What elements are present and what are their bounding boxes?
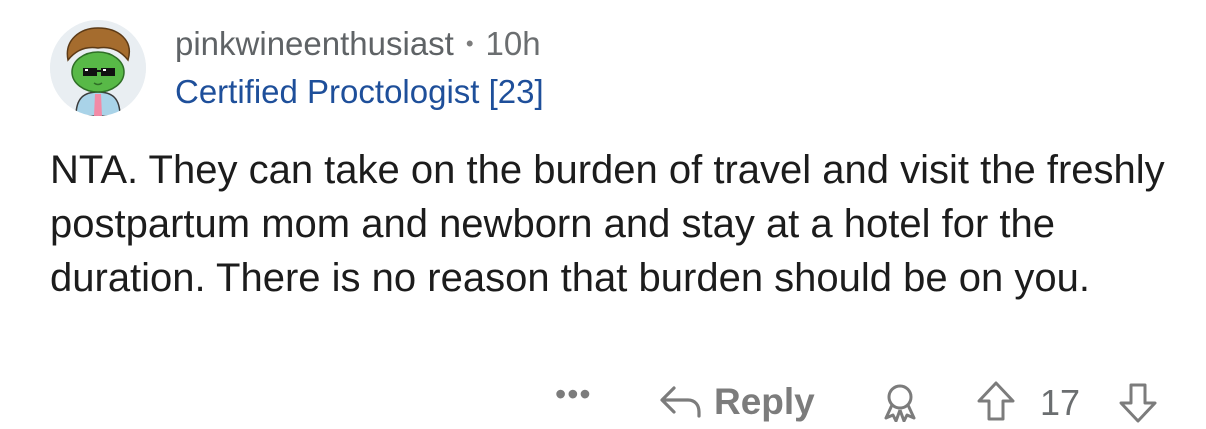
upvote-icon	[977, 381, 1015, 421]
comment-meta: pinkwineenthusiast • 10h Certified Proct…	[175, 24, 544, 114]
upvote-button[interactable]	[976, 380, 1016, 427]
meta-row: pinkwineenthusiast • 10h	[175, 24, 544, 64]
award-icon	[884, 384, 916, 423]
username[interactable]: pinkwineenthusiast	[175, 24, 454, 64]
vote-score: 17	[1040, 382, 1081, 423]
award-button[interactable]	[880, 382, 920, 427]
user-flair: Certified Proctologist [23]	[175, 73, 544, 110]
comment: pinkwineenthusiast • 10h Certified Proct…	[0, 0, 1206, 423]
reply-arrow-icon	[660, 386, 701, 418]
meta-separator: •	[465, 31, 474, 56]
avatar[interactable]	[50, 20, 146, 116]
reply-label: Reply	[714, 381, 815, 422]
reply-button[interactable]: Reply	[658, 382, 815, 422]
downvote-icon	[1119, 383, 1157, 423]
avatar-icon	[50, 20, 146, 116]
comment-body: NTA. They can take on the burden of trav…	[50, 148, 1165, 300]
more-options-button[interactable]: •••	[555, 378, 592, 410]
timestamp: 10h	[485, 25, 541, 62]
downvote-button[interactable]	[1118, 382, 1158, 429]
comment-actions: ••• Reply 17	[0, 376, 1206, 424]
